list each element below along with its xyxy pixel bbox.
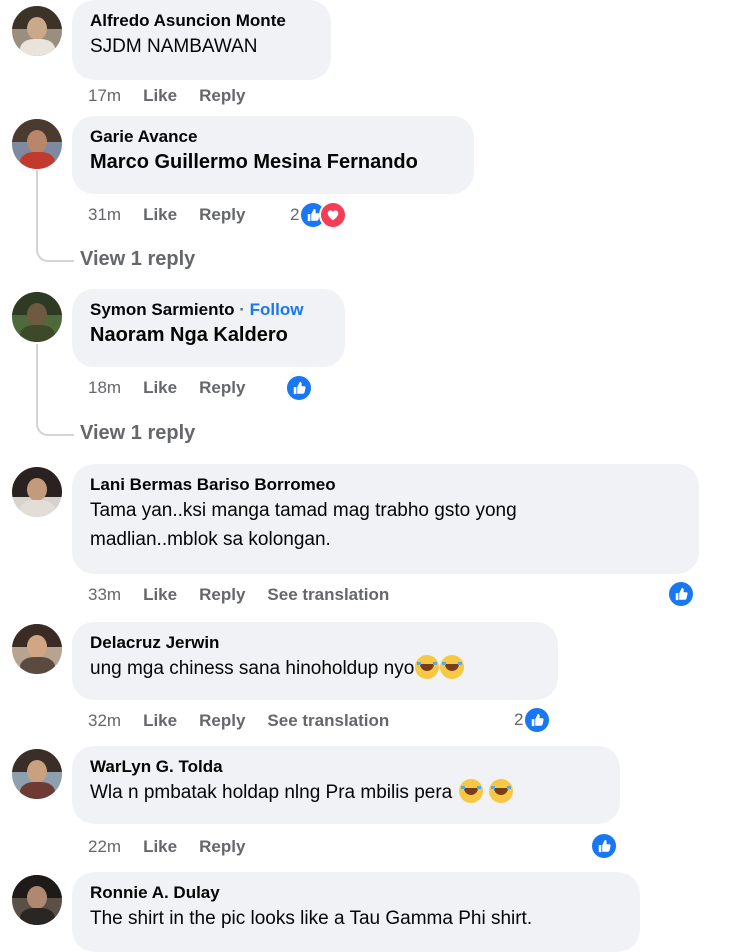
reaction-summary[interactable] — [590, 832, 618, 860]
thumbs-up-icon — [590, 832, 618, 860]
avatar[interactable] — [12, 749, 62, 799]
comment-bubble: WarLyn G. Tolda Wla n pmbatak holdap nln… — [72, 746, 620, 824]
laughing-tears-emoji — [440, 655, 465, 679]
reaction-summary[interactable] — [285, 374, 313, 402]
comment-text: Marco Guillermo Mesina Fernando — [90, 151, 418, 173]
like-button[interactable]: Like — [143, 86, 177, 105]
thumbs-up-icon — [667, 580, 695, 608]
comment-bubble: Ronnie A. Dulay The shirt in the pic loo… — [72, 872, 640, 952]
comment-text: Naoram Nga Kaldero — [90, 324, 288, 346]
see-translation-link[interactable]: See translation — [267, 585, 389, 604]
commenter-name[interactable]: Ronnie A. Dulay — [90, 882, 622, 904]
comment-text: ung mga chiness sana hinoholdup nyo — [90, 654, 540, 683]
avatar[interactable] — [12, 119, 62, 169]
timestamp[interactable]: 31m — [88, 205, 121, 224]
like-button[interactable]: Like — [143, 205, 177, 224]
comment-actions: 32m Like Reply See translation — [88, 711, 411, 731]
comment-text-content: ung mga chiness sana hinoholdup nyo — [90, 658, 415, 679]
thumbs-up-icon — [285, 374, 313, 402]
commenter-name[interactable]: Lani Bermas Bariso Borromeo — [90, 474, 681, 496]
avatar[interactable] — [12, 467, 62, 517]
comment-actions: 22m Like Reply — [88, 837, 267, 857]
like-button[interactable]: Like — [143, 711, 177, 730]
avatar[interactable] — [12, 624, 62, 674]
comment-actions: 18m Like Reply — [88, 378, 267, 398]
like-button[interactable]: Like — [143, 378, 177, 397]
like-button[interactable]: Like — [143, 837, 177, 856]
commenter-name-row: Symon Sarmiento · Follow — [90, 299, 327, 321]
like-button[interactable]: Like — [143, 585, 177, 604]
comment-text-content: Wla n pmbatak holdap nlng Pra mbilis per… — [90, 782, 453, 803]
reply-button[interactable]: Reply — [199, 86, 245, 105]
reply-button[interactable]: Reply — [199, 837, 245, 856]
separator-dot: · — [234, 300, 250, 319]
follow-button[interactable]: Follow — [250, 300, 304, 319]
commenter-name[interactable]: WarLyn G. Tolda — [90, 756, 602, 778]
commenter-name[interactable]: Alfredo Asuncion Monte — [90, 10, 313, 32]
thread-line — [36, 344, 74, 436]
reaction-summary[interactable] — [667, 580, 695, 608]
comment-text-line: Tama yan..ksi manga tamad mag trabho gst… — [90, 500, 517, 521]
timestamp[interactable]: 33m — [88, 585, 121, 604]
comment-bubble: Alfredo Asuncion Monte SJDM NAMBAWAN — [72, 0, 331, 80]
reply-button[interactable]: Reply — [199, 205, 245, 224]
timestamp[interactable]: 22m — [88, 837, 121, 856]
avatar[interactable] — [12, 6, 62, 56]
timestamp[interactable]: 18m — [88, 378, 121, 397]
reaction-summary[interactable]: 2 — [290, 201, 348, 229]
comment-actions: 17m Like Reply — [88, 86, 267, 106]
comment-text: Wla n pmbatak holdap nlng Pra mbilis per… — [90, 778, 602, 807]
reply-button[interactable]: Reply — [199, 711, 245, 730]
avatar[interactable] — [12, 292, 62, 342]
reaction-count: 2 — [514, 710, 524, 729]
avatar[interactable] — [12, 875, 62, 925]
thread-line — [36, 170, 74, 262]
comment-bubble: Symon Sarmiento · Follow Naoram Nga Kald… — [72, 289, 345, 367]
comment-actions: 31m Like Reply — [88, 205, 267, 225]
comment-bubble: Delacruz Jerwin ung mga chiness sana hin… — [72, 622, 558, 700]
heart-icon — [319, 201, 348, 229]
commenter-name[interactable]: Garie Avance — [90, 126, 456, 148]
reaction-count: 2 — [290, 205, 300, 224]
reaction-summary[interactable]: 2 — [514, 706, 552, 734]
comment-text-line: madlian..mblok sa kolongan. — [90, 529, 331, 550]
see-translation-link[interactable]: See translation — [267, 711, 389, 730]
reply-button[interactable]: Reply — [199, 585, 245, 604]
laughing-tears-emoji — [458, 779, 483, 803]
laughing-tears-emoji — [415, 655, 440, 679]
timestamp[interactable]: 32m — [88, 711, 121, 730]
view-replies-link[interactable]: View 1 reply — [80, 422, 195, 445]
thumbs-up-icon — [523, 706, 552, 734]
view-replies-link[interactable]: View 1 reply — [80, 248, 195, 271]
reply-button[interactable]: Reply — [199, 378, 245, 397]
comment-bubble: Garie Avance Marco Guillermo Mesina Fern… — [72, 116, 474, 194]
comment-text: The shirt in the pic looks like a Tau Ga… — [90, 908, 533, 929]
comment-text: SJDM NAMBAWAN — [90, 36, 258, 57]
timestamp[interactable]: 17m — [88, 86, 121, 105]
comment-actions: 33m Like Reply See translation — [88, 585, 411, 605]
commenter-name[interactable]: Symon Sarmiento — [90, 300, 235, 319]
commenter-name[interactable]: Delacruz Jerwin — [90, 632, 540, 654]
comment-bubble: Lani Bermas Bariso Borromeo Tama yan..ks… — [72, 464, 699, 574]
laughing-tears-emoji — [488, 779, 513, 803]
